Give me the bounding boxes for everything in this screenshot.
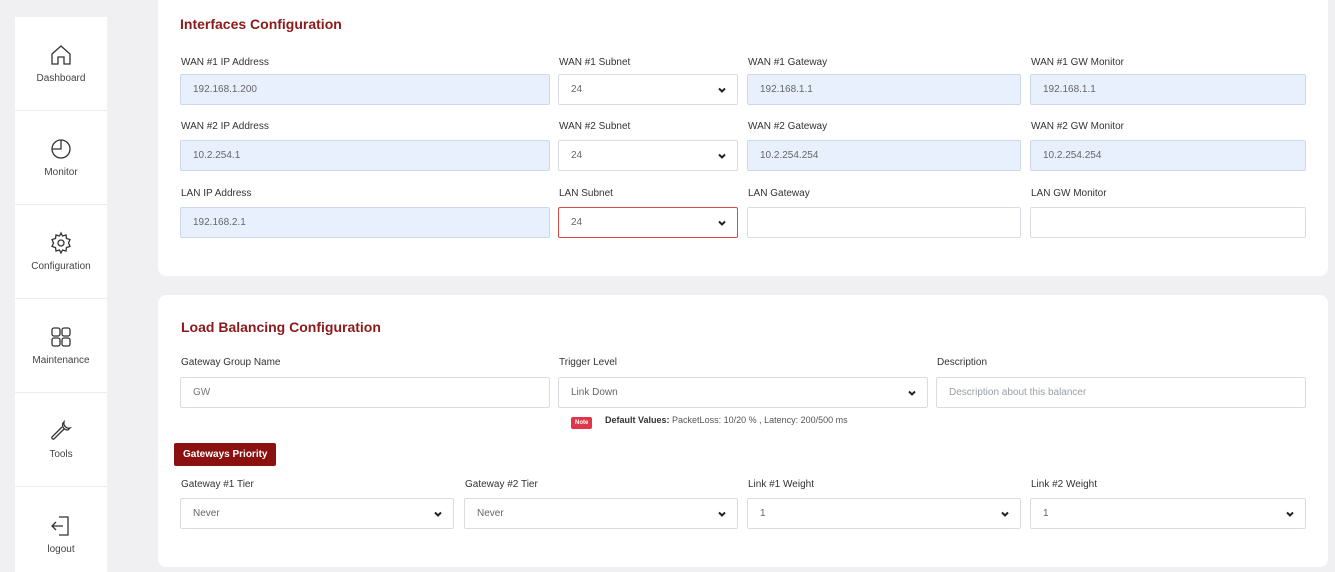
lan-monitor-label: LAN GW Monitor	[1031, 188, 1107, 199]
chevron-down-icon	[717, 85, 727, 95]
wan2-ip-input[interactable]: 10.2.254.1	[180, 140, 550, 171]
wrench-icon	[51, 419, 73, 440]
nav-tools[interactable]: Tools	[15, 393, 107, 487]
wan2-subnet-value: 24	[571, 150, 583, 161]
wan2-gateway-input[interactable]: 10.2.254.254	[747, 140, 1021, 171]
load-balancing-title: Load Balancing Configuration	[181, 319, 381, 335]
wan1-gateway-input[interactable]: 192.168.1.1	[747, 74, 1021, 105]
note-badge: Note	[571, 417, 593, 429]
chevron-down-icon	[433, 509, 443, 519]
lan-subnet-value: 24	[571, 217, 583, 228]
wan2-subnet-label: WAN #2 Subnet	[559, 121, 631, 132]
link2-weight-label: Link #2 Weight	[1031, 479, 1097, 490]
link2-weight-select[interactable]: 1	[1030, 498, 1306, 529]
pie-chart-icon	[51, 139, 71, 159]
lan-subnet-label: LAN Subnet	[559, 188, 613, 199]
chevron-down-icon	[907, 388, 917, 398]
interfaces-card: Interfaces Configuration WAN #1 IP Addre…	[158, 0, 1328, 276]
gw1-tier-label: Gateway #1 Tier	[181, 479, 254, 490]
sidebar: Dashboard Monitor Configuration Maintena…	[15, 17, 107, 572]
nav-label: Configuration	[31, 261, 91, 272]
wan1-subnet-value: 24	[571, 84, 583, 95]
lan-ip-label: LAN IP Address	[181, 188, 252, 199]
gateways-priority-button[interactable]: Gateways Priority	[174, 443, 277, 466]
link1-weight-value: 1	[760, 508, 766, 519]
wan1-monitor-input[interactable]: 192.168.1.1	[1030, 74, 1306, 105]
interfaces-title: Interfaces Configuration	[180, 16, 342, 32]
gear-icon	[51, 231, 71, 255]
nav-monitor[interactable]: Monitor	[15, 111, 107, 205]
link2-weight-value: 1	[1043, 508, 1049, 519]
nav-label: Tools	[49, 449, 73, 460]
load-balancing-card: Load Balancing Configuration Gateway Gro…	[158, 295, 1328, 567]
home-icon	[51, 45, 71, 65]
wan2-monitor-label: WAN #2 GW Monitor	[1031, 121, 1124, 132]
wan1-subnet-select[interactable]: 24	[558, 74, 738, 105]
chevron-down-icon	[1000, 509, 1010, 519]
nav-dashboard[interactable]: Dashboard	[15, 17, 107, 111]
wan1-ip-input[interactable]: 192.168.1.200	[180, 74, 550, 105]
nav-label: Dashboard	[36, 73, 86, 84]
nav-logout[interactable]: logout	[15, 487, 107, 572]
trigger-level-select[interactable]: Link Down	[558, 377, 928, 408]
nav-label: logout	[47, 543, 75, 555]
note-values: PacketLoss: 10/20 % , Latency: 200/500 m…	[672, 415, 848, 425]
gw1-tier-value: Never	[193, 508, 220, 519]
nav-configuration[interactable]: Configuration	[15, 205, 107, 299]
trigger-level-label: Trigger Level	[559, 357, 617, 368]
description-placeholder: Description about this balancer	[949, 387, 1087, 398]
logout-icon	[51, 515, 69, 536]
chevron-down-icon	[717, 151, 727, 161]
grid-icon	[51, 327, 71, 347]
lan-subnet-select[interactable]: 24	[558, 207, 738, 238]
wan1-gateway-label: WAN #1 Gateway	[748, 57, 828, 68]
wan1-ip-label: WAN #1 IP Address	[181, 57, 269, 68]
trigger-level-value: Link Down	[571, 387, 618, 398]
link1-weight-label: Link #1 Weight	[748, 479, 814, 490]
gw1-tier-select[interactable]: Never	[180, 498, 454, 529]
wan2-subnet-select[interactable]: 24	[558, 140, 738, 171]
lan-gateway-label: LAN Gateway	[748, 188, 810, 199]
nav-label: Maintenance	[32, 355, 90, 366]
lan-monitor-input[interactable]	[1030, 207, 1306, 238]
wan2-ip-label: WAN #2 IP Address	[181, 121, 269, 132]
gw2-tier-label: Gateway #2 Tier	[465, 479, 538, 490]
note-text: Default Values: PacketLoss: 10/20 % , La…	[605, 415, 848, 425]
lan-gateway-input[interactable]	[747, 207, 1021, 238]
note-bold: Default Values:	[605, 415, 670, 425]
wan2-gateway-label: WAN #2 Gateway	[748, 121, 828, 132]
nav-maintenance[interactable]: Maintenance	[15, 299, 107, 393]
gw2-tier-value: Never	[477, 508, 504, 519]
gw2-tier-select[interactable]: Never	[464, 498, 738, 529]
chevron-down-icon	[1285, 509, 1295, 519]
wan1-subnet-label: WAN #1 Subnet	[559, 57, 631, 68]
description-label: Description	[937, 357, 988, 368]
description-input[interactable]: Description about this balancer	[936, 377, 1306, 408]
chevron-down-icon	[717, 218, 727, 228]
group-name-input[interactable]: GW	[180, 377, 550, 408]
group-name-label: Gateway Group Name	[181, 357, 281, 368]
wan2-monitor-input[interactable]: 10.2.254.254	[1030, 140, 1306, 171]
nav-label: Monitor	[44, 167, 78, 178]
chevron-down-icon	[717, 509, 727, 519]
wan1-monitor-label: WAN #1 GW Monitor	[1031, 57, 1124, 68]
lan-ip-input[interactable]: 192.168.2.1	[180, 207, 550, 238]
link1-weight-select[interactable]: 1	[747, 498, 1021, 529]
